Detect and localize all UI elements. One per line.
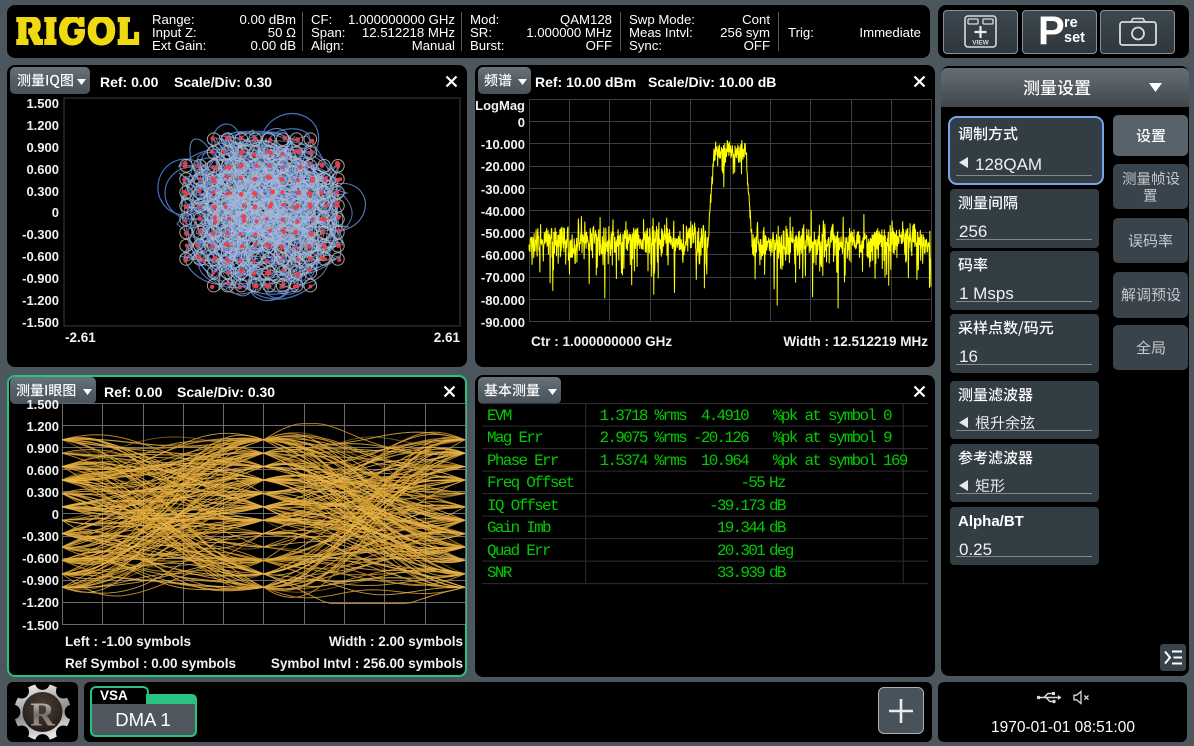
svg-text:R: R (30, 697, 55, 734)
svg-text:VIEW: VIEW (972, 40, 989, 47)
